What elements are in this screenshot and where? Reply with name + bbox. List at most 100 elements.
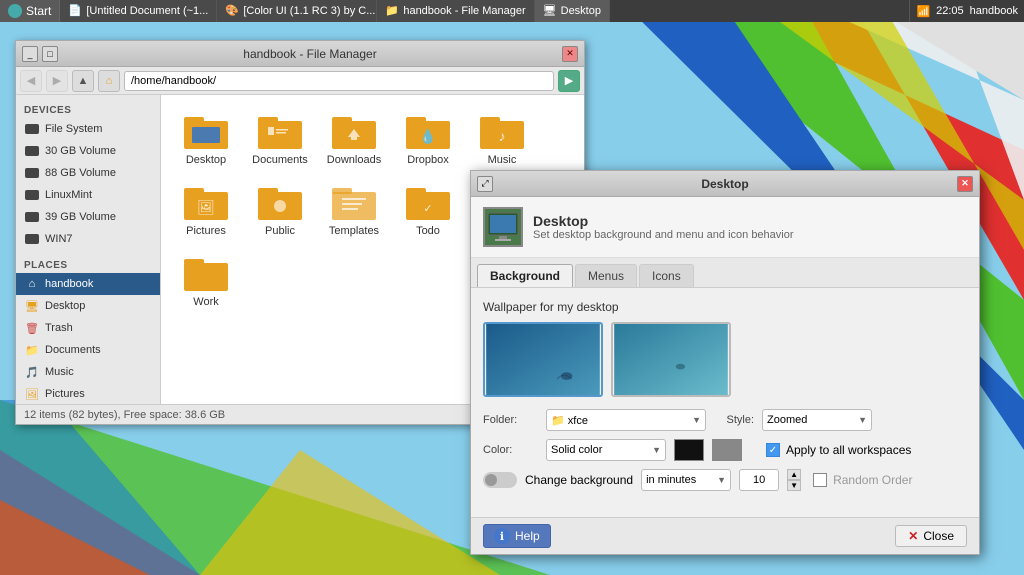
fm-home-button[interactable]: ⌂ [98, 70, 120, 92]
start-button[interactable]: Start [0, 0, 60, 22]
change-bg-toggle[interactable] [483, 472, 517, 488]
dialog-header-desc: Set desktop background and menu and icon… [533, 229, 794, 241]
desktop-dialog: ⤢ Desktop ✕ Desktop Set desktop backgrou… [470, 170, 980, 555]
help-button[interactable]: ℹ Help [483, 524, 551, 548]
39gb-icon [24, 209, 40, 225]
dialog-window-controls: ⤢ [477, 176, 493, 192]
tab-background-label: Background [490, 269, 560, 283]
fm-maximize-button[interactable]: □ [42, 46, 58, 62]
color-swatch-black[interactable] [674, 439, 704, 461]
sidebar-item-30gb[interactable]: 30 GB Volume [16, 140, 160, 162]
folder-work-icon [182, 253, 230, 293]
sidebar-item-39gb[interactable]: 39 GB Volume [16, 206, 160, 228]
form-row-folder: Folder: 📁 xfce ▼ Style: Zoomed ▼ [483, 409, 967, 431]
minutes-number-input[interactable]: 10 [739, 469, 779, 491]
tab-background[interactable]: Background [477, 264, 573, 287]
folder-work[interactable]: Work [171, 247, 241, 314]
folder-pictures[interactable]: 🖼 Pictures [171, 176, 241, 243]
sidebar-item-pictures[interactable]: 🖼 Pictures [16, 383, 160, 404]
fm-forward-button[interactable]: ▶ [46, 70, 68, 92]
music-icon: 🎵 [24, 364, 40, 380]
fm-window-controls: _ □ [22, 46, 58, 62]
minutes-select[interactable]: in minutes ▼ [641, 469, 731, 491]
color-select[interactable]: Solid color ▼ [546, 439, 666, 461]
sidebar-label-88gb: 88 GB Volume [45, 167, 116, 179]
style-select[interactable]: Zoomed ▼ [762, 409, 872, 431]
taskbar-tabs: 📄 [Untitled Document (~1... 🎨 [Color UI … [60, 0, 909, 22]
folder-todo[interactable]: ✓ Todo [393, 176, 463, 243]
pictures-icon: 🖼 [24, 386, 40, 402]
taskbar-tab-0[interactable]: 📄 [Untitled Document (~1... [60, 0, 217, 22]
dialog-footer: ℹ Help ✕ Close [471, 517, 979, 554]
color-swatch-gray[interactable] [712, 439, 742, 461]
minutes-arrow: ▼ [717, 475, 726, 485]
folder-desktop[interactable]: Desktop [171, 105, 241, 172]
linuxmint-icon [24, 187, 40, 203]
random-order-container: Random Order [813, 473, 912, 487]
folder-public[interactable]: Public [245, 176, 315, 243]
folder-music-label: Music [488, 154, 517, 166]
folder-dropbox-icon: 💧 [404, 111, 452, 151]
sidebar-item-music[interactable]: 🎵 Music [16, 361, 160, 383]
fm-back-button[interactable]: ◀ [20, 70, 42, 92]
dialog-expand-button[interactable]: ⤢ [477, 176, 493, 192]
folder-public-icon [256, 182, 304, 222]
sidebar-item-handbook[interactable]: ⌂ handbook [16, 273, 160, 295]
color-value: Solid color [551, 444, 602, 456]
folder-music-icon: ♪ [478, 111, 526, 151]
wallpaper-thumb-1[interactable] [483, 322, 603, 397]
taskbar-tab-1[interactable]: 🎨 [Color UI (1.1 RC 3) by C... [217, 0, 377, 22]
random-order-checkbox[interactable] [813, 473, 827, 487]
fm-minimize-button[interactable]: _ [22, 46, 38, 62]
close-footer-button[interactable]: ✕ Close [895, 525, 967, 547]
sidebar-item-linuxmint[interactable]: LinuxMint [16, 184, 160, 206]
sidebar-item-trash[interactable]: 🗑 Trash [16, 317, 160, 339]
folder-todo-label: Todo [416, 225, 440, 237]
tab-icons[interactable]: Icons [639, 264, 694, 287]
dialog-close-controls: ✕ [957, 176, 973, 192]
spinner-up-button[interactable]: ▲ [787, 469, 801, 480]
desktop-icon: 🖥 [24, 298, 40, 314]
places-section-title: PLACES [16, 256, 160, 273]
dialog-body: Wallpaper for my desktop [471, 288, 979, 517]
fm-go-button[interactable]: ▶ [558, 70, 580, 92]
sidebar-item-win7[interactable]: WIN7 [16, 228, 160, 250]
folder-select[interactable]: 📁 xfce ▼ [546, 409, 706, 431]
svg-text:♪: ♪ [499, 128, 506, 144]
sidebar-label-39gb: 39 GB Volume [45, 211, 116, 223]
form-row-change-bg: Change background in minutes ▼ 10 ▲ ▼ Ra… [483, 469, 967, 491]
svg-text:💧: 💧 [419, 128, 436, 145]
apply-all-checkbox[interactable]: ✓ [766, 443, 780, 457]
sidebar-item-88gb[interactable]: 88 GB Volume [16, 162, 160, 184]
fm-address-bar[interactable]: /home/handbook/ [124, 71, 554, 91]
help-icon: ℹ [494, 528, 510, 544]
dialog-close-button[interactable]: ✕ [957, 176, 973, 192]
apply-all-label: Apply to all workspaces [786, 443, 911, 457]
apply-all-container: ✓ Apply to all workspaces [766, 443, 911, 457]
dialog-header-icon [483, 207, 523, 247]
folder-music[interactable]: ♪ Music [467, 105, 537, 172]
taskbar-tab-2[interactable]: 📁 handbook - File Manager [377, 0, 534, 22]
folder-downloads[interactable]: Downloads [319, 105, 389, 172]
sidebar-item-filesystem[interactable]: File System [16, 118, 160, 140]
fm-close-button[interactable]: ✕ [562, 46, 578, 62]
folder-templates[interactable]: Templates [319, 176, 389, 243]
tab-label-3: Desktop [561, 5, 601, 17]
spinner-down-button[interactable]: ▼ [787, 480, 801, 491]
taskbar-tab-3[interactable]: 🖥 Desktop [535, 0, 610, 22]
dialog-form: Folder: 📁 xfce ▼ Style: Zoomed ▼ Color: … [483, 409, 967, 491]
sidebar-item-documents[interactable]: 📁 Documents [16, 339, 160, 361]
folder-pictures-icon: 🖼 [182, 182, 230, 222]
folder-dropbox[interactable]: 💧 Dropbox [393, 105, 463, 172]
wallpaper-thumb-2[interactable] [611, 322, 731, 397]
tab-menus[interactable]: Menus [575, 264, 637, 287]
folder-documents[interactable]: Documents [245, 105, 315, 172]
form-row-color: Color: Solid color ▼ ✓ Apply to all work… [483, 439, 967, 461]
taskbar: Start 📄 [Untitled Document (~1... 🎨 [Col… [0, 0, 1024, 22]
sidebar-item-desktop[interactable]: 🖥 Desktop [16, 295, 160, 317]
folder-documents-icon [256, 111, 304, 151]
folder-templates-icon [330, 182, 378, 222]
fm-up-button[interactable]: ▲ [72, 70, 94, 92]
tab-label-2: handbook - File Manager [403, 5, 525, 17]
folder-desktop-icon [182, 111, 230, 151]
